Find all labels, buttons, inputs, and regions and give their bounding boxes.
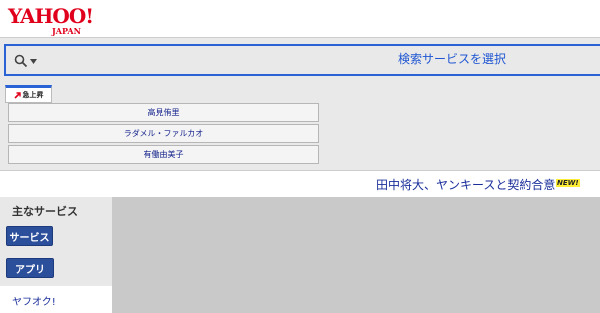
logo-main: YAHOO! [8,4,94,28]
logo-sub: JAPAN [52,26,81,36]
sidebar-title: 主なサービス [12,205,78,218]
sidebar: 主なサービス サービス アプリ ヤフオク! [0,197,112,313]
sidebar-item-yahuoku[interactable]: ヤフオク! [0,286,112,313]
search-icon [14,54,28,68]
search-service-dropdown[interactable] [14,52,42,70]
trending-item[interactable]: 有働由美子 [8,145,319,164]
search-box[interactable]: 検索サービスを選択 [4,44,600,76]
tab-trending-label: 急上昇 [22,91,44,99]
new-badge: NEW! [556,179,580,187]
search-panel: 検索サービスを選択 急上昇 高見侑里 ラダメル・ファルカオ 有働由美子 [0,37,600,171]
sidebar-item-label: ヤフオク! [12,297,56,308]
trending-item[interactable]: ラダメル・ファルカオ [8,124,319,143]
tab-trending[interactable]: 急上昇 [5,85,52,103]
apps-button[interactable]: アプリ [6,258,54,278]
chevron-down-icon [30,58,37,64]
trending-list: 高見侑里 ラダメル・ファルカオ 有働由美子 [8,103,319,166]
yahoo-logo[interactable]: YAHOO! JAPAN [8,4,94,36]
news-headline[interactable]: 田中将大、ヤンキースと契約合意 [376,176,555,193]
trending-arrow-icon [13,91,21,99]
news-ticker: 田中将大、ヤンキースと契約合意 NEW! [0,170,600,197]
search-select-label[interactable]: 検索サービスを選択 [398,50,506,67]
services-button[interactable]: サービス [6,226,53,246]
trending-item[interactable]: 高見侑里 [8,103,319,122]
